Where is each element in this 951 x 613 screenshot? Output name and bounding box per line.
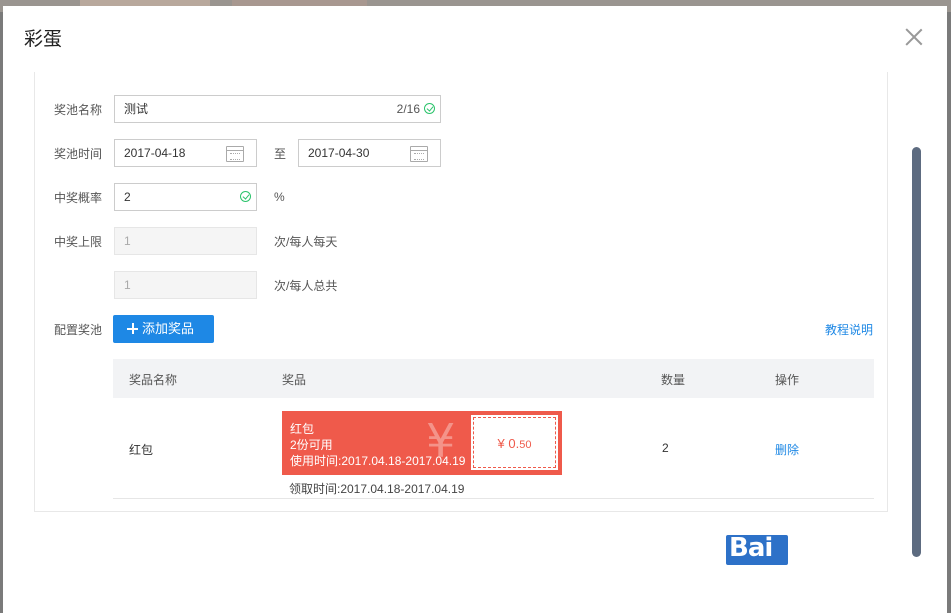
close-icon[interactable] (904, 27, 924, 47)
start-date-input[interactable]: 2017-04-18 (114, 139, 257, 167)
end-date-input[interactable]: 2017-04-30 (298, 139, 441, 167)
check-icon (240, 191, 251, 202)
modal-title: 彩蛋 (24, 29, 63, 50)
coupon-amount: ¥ 0.50 (474, 436, 555, 451)
total-limit-input[interactable]: 1 (114, 271, 257, 299)
tutorial-link[interactable]: 教程说明 (825, 321, 873, 338)
win-limit-label: 中奖上限 (54, 235, 103, 249)
win-rate-input[interactable]: 2 (114, 183, 257, 211)
claim-time: 领取时间:2017.04.18-2017.04.19 (289, 482, 465, 496)
add-prize-label: 添加奖品 (142, 321, 195, 336)
baidu-watermark-logo: Bai (726, 533, 796, 569)
prize-table-header: 奖品名称 奖品 数量 操作 (113, 359, 874, 398)
coupon-use-time: 使用时间:2017.04.18-2017.04.19 (290, 454, 466, 468)
coupon-amount-main: 0. (508, 436, 520, 451)
add-prize-button[interactable]: 添加奖品 (113, 315, 214, 343)
column-action: 操作 (775, 373, 800, 387)
pool-name-input[interactable]: 测试 2/16 (114, 95, 441, 123)
column-prize: 奖品 (282, 373, 307, 387)
calendar-icon[interactable] (226, 146, 244, 162)
check-icon (424, 103, 435, 114)
coupon-amount-stub: ¥ 0.50 (471, 415, 558, 470)
start-date-value: 2017-04-18 (124, 146, 186, 160)
delete-link[interactable]: 删除 (775, 441, 799, 458)
coupon-available: 2份可用 (290, 438, 333, 452)
column-prize-name: 奖品名称 (129, 373, 178, 387)
win-rate-unit: % (274, 190, 285, 204)
red-packet-coupon: ¥ 红包 2份可用 使用时间:2017.04.18-2017.04.19 ¥ 0… (282, 411, 562, 475)
prize-name-cell: 红包 (129, 443, 154, 457)
coupon-amount-decimal: 50 (519, 439, 532, 451)
daily-limit-value: 1 (124, 234, 131, 248)
total-limit-unit: 次/每人总共 (274, 279, 338, 293)
watermark-text: Bai (729, 533, 773, 563)
end-date-value: 2017-04-30 (308, 146, 370, 160)
calendar-icon[interactable] (410, 146, 428, 162)
pool-name-label: 奖池名称 (54, 103, 103, 117)
coupon-title: 红包 (290, 422, 315, 436)
win-rate-label: 中奖概率 (54, 191, 103, 205)
win-rate-value: 2 (124, 190, 131, 204)
date-separator: 至 (274, 147, 287, 161)
pool-name-value: 测试 (124, 102, 149, 116)
total-limit-value: 1 (124, 278, 131, 292)
pool-time-label: 奖池时间 (54, 147, 103, 161)
daily-limit-unit: 次/每人每天 (274, 235, 338, 249)
config-pool-label: 配置奖池 (54, 323, 103, 337)
daily-limit-input[interactable]: 1 (114, 227, 257, 255)
column-quantity: 数量 (661, 373, 686, 387)
pool-name-counter: 2/16 (396, 102, 420, 116)
coupon-currency: ¥ (497, 436, 505, 451)
plus-icon (127, 323, 138, 334)
scrollbar-thumb[interactable] (912, 147, 921, 557)
quantity-cell: 2 (662, 441, 669, 455)
